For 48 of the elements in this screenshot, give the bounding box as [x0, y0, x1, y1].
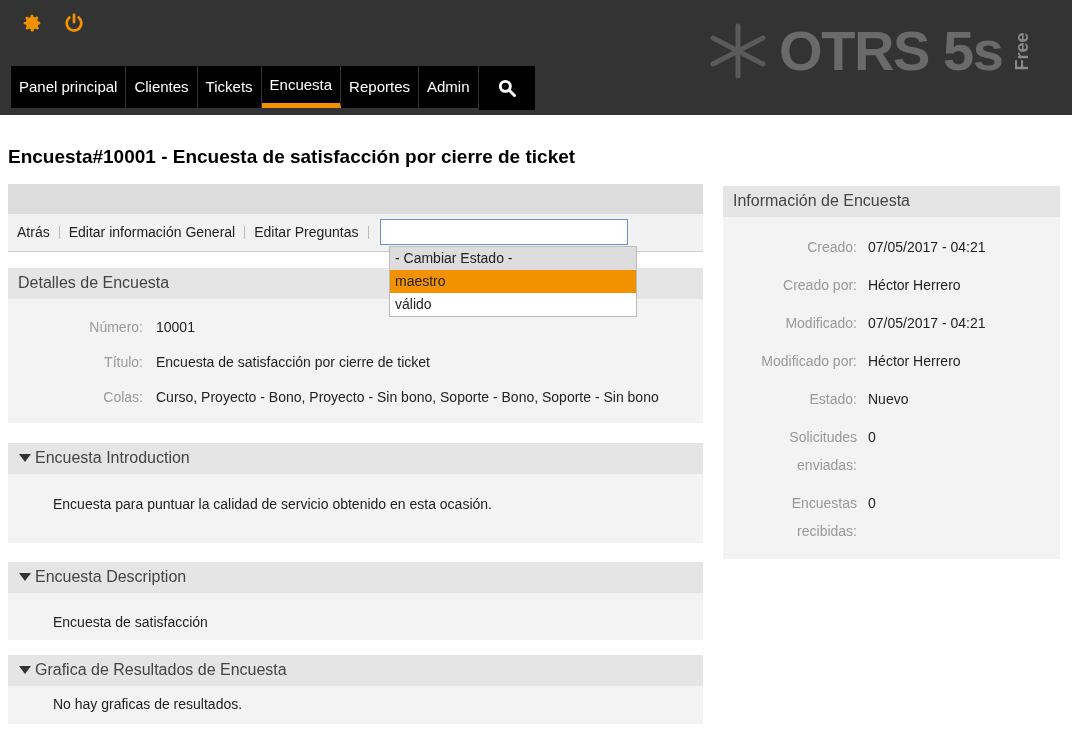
field-label: Creado por: [782, 275, 857, 295]
action-link[interactable]: Atrás [17, 221, 50, 243]
field-value: 07/05/2017 - 04:21 [868, 237, 986, 257]
field-label: Encuestas recibidas: [790, 493, 857, 541]
search-icon [496, 78, 517, 98]
field-value: Nuevo [868, 389, 909, 409]
field-value: Encuesta de satisfacción por cierre de ticket [156, 353, 430, 372]
state-select-field[interactable] [379, 219, 628, 245]
nav-tab[interactable]: Admin [419, 66, 479, 108]
power-icon[interactable] [63, 12, 85, 34]
field-label: Modificado: [784, 313, 857, 333]
field-label: Colas: [102, 388, 143, 407]
page-title: Encuesta#10001 - Encuesta de satisfacción por cierre de ticket [8, 145, 577, 169]
field-label: Solicitudes enviadas: [788, 427, 857, 475]
field-label: Creado: [806, 237, 857, 257]
field-value: 07/05/2017 - 04:21 [868, 313, 986, 333]
search-button[interactable] [478, 66, 535, 110]
section-text: Encuesta para puntuar la calidad de servicio obtenido en esta ocasión. [52, 494, 493, 514]
nav-tab[interactable]: Reportes [341, 66, 419, 108]
field-label: Título: [103, 353, 143, 372]
field-label: Número: [88, 318, 143, 337]
nav-tab[interactable]: Panel principal [11, 66, 127, 108]
field-value: Héctor Herrero [868, 351, 961, 371]
section-toggle[interactable]: Encuesta Description [8, 561, 703, 593]
section-toggle[interactable]: Encuesta Introduction [8, 442, 703, 474]
logo-edition: Free [1010, 32, 1033, 70]
caret-icon[interactable] [19, 573, 31, 581]
nav-tab[interactable]: Clientes [126, 66, 198, 108]
field-value: 10001 [156, 318, 195, 337]
dropdown-option[interactable]: - Cambiar Estado - [390, 246, 636, 270]
field-label: Estado: [808, 389, 857, 409]
action-link[interactable]: Editar información General [68, 221, 236, 243]
settings-icon[interactable] [21, 12, 43, 34]
nav-tab[interactable]: Encuesta [261, 66, 342, 108]
nav-tab[interactable]: Tickets [197, 66, 262, 108]
field-label: Modificado por: [760, 351, 857, 371]
section-text: No hay graficas de resultados. [52, 694, 244, 714]
field-value: 0 [868, 493, 876, 513]
action-link[interactable]: Editar Preguntas [254, 221, 359, 243]
field-value: Curso, Proyecto - Bono, Proyecto - Sin bono, Soporte - Bono, Soporte - Sin bono [156, 388, 659, 407]
field-value: 0 [868, 427, 876, 447]
caret-icon[interactable] [19, 454, 31, 462]
section-toggle[interactable]: Grafica de Resultados de Encuesta [8, 654, 703, 686]
dropdown-option[interactable]: maestro [390, 269, 636, 293]
caret-icon[interactable] [19, 666, 31, 674]
panel-title: Información de Encuesta [723, 185, 1060, 217]
field-value: Héctor Herrero [868, 275, 961, 295]
section-text: Encuesta de satisfacción [52, 612, 209, 632]
